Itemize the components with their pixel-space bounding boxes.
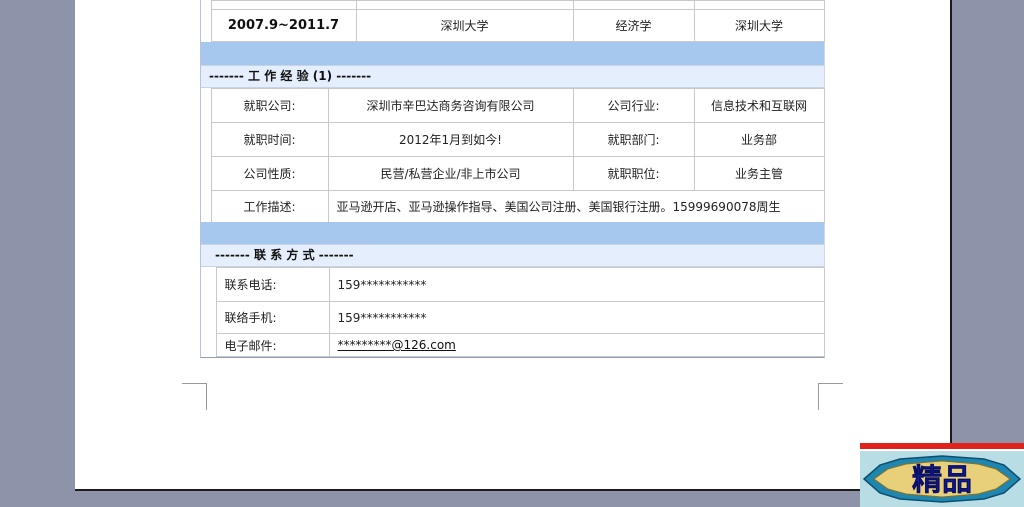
work-value: 业务部: [693, 122, 825, 157]
resume-content: 2007.9~2011.7 深圳大学 经济学 深圳大学 ------- 工 作 …: [200, 0, 825, 358]
education-major: 经济学: [572, 9, 695, 42]
work-description-value: 亚马逊开店、亚马逊操作指导、美国公司注册、美国银行注册。15999690078周…: [327, 190, 825, 223]
crop-mark-left: [182, 383, 207, 410]
work-value: 信息技术和互联网: [693, 88, 825, 123]
work-value: 业务主管: [693, 156, 825, 191]
work-label: 公司性质:: [210, 156, 329, 191]
table-row: 公司性质: 民营/私营企业/非上市公司 就职职位: 业务主管: [201, 156, 825, 191]
contact-mobile-value: 159***********: [328, 301, 825, 334]
table-row: 联系电话: 159***********: [201, 267, 825, 302]
contact-email-label: 电子邮件:: [215, 333, 330, 357]
table-row: 工作描述: 亚马逊开店、亚马逊操作指导、美国公司注册、美国银行注册。159996…: [201, 190, 825, 223]
badge-text: 精品: [912, 463, 972, 498]
contact-mobile-label: 联络手机:: [215, 301, 330, 334]
contact-phone-label: 联系电话:: [215, 267, 330, 302]
education-period: 2007.9~2011.7: [210, 9, 357, 42]
table-row: 电子邮件: *********@126.com: [201, 333, 825, 357]
work-label: 就职部门:: [572, 122, 695, 157]
work-description-label: 工作描述:: [210, 190, 329, 223]
work-label: 就职公司:: [210, 88, 329, 123]
work-value: 民营/私营企业/非上市公司: [327, 156, 574, 191]
work-table: 就职公司: 深圳市辛巴达商务咨询有限公司 公司行业: 信息技术和互联网 就职时间…: [201, 88, 825, 223]
table-row: 就职时间: 2012年1月到如今! 就职部门: 业务部: [201, 122, 825, 157]
work-label: 公司行业:: [572, 88, 695, 123]
contact-table: 联系电话: 159*********** 联络手机: 159**********…: [201, 267, 825, 357]
education-location: 深圳大学: [693, 9, 825, 42]
contact-email-link[interactable]: *********@126.com: [338, 338, 456, 352]
quality-badge: 精品: [860, 443, 1024, 507]
crop-mark-right: [818, 383, 843, 410]
education-table: 2007.9~2011.7 深圳大学 经济学 深圳大学: [201, 0, 825, 42]
section-divider-work: [201, 42, 824, 65]
table-row: 就职公司: 深圳市辛巴达商务咨询有限公司 公司行业: 信息技术和互联网: [201, 88, 825, 123]
work-value: 深圳市辛巴达商务咨询有限公司: [327, 88, 574, 123]
work-label: 就职时间:: [210, 122, 329, 157]
section-divider-contact: [201, 222, 824, 244]
table-row: 联络手机: 159***********: [201, 301, 825, 334]
education-school: 深圳大学: [355, 9, 574, 42]
badge-emblem-icon: 精品: [862, 455, 1022, 503]
work-value: 2012年1月到如今!: [327, 122, 574, 157]
work-label: 就职职位:: [572, 156, 695, 191]
work-section-title: ------- 工 作 经 验 (1) -------: [201, 65, 824, 88]
contact-phone-value: 159***********: [328, 267, 825, 302]
contact-section-title: ------- 联 系 方 式 -------: [201, 244, 824, 267]
